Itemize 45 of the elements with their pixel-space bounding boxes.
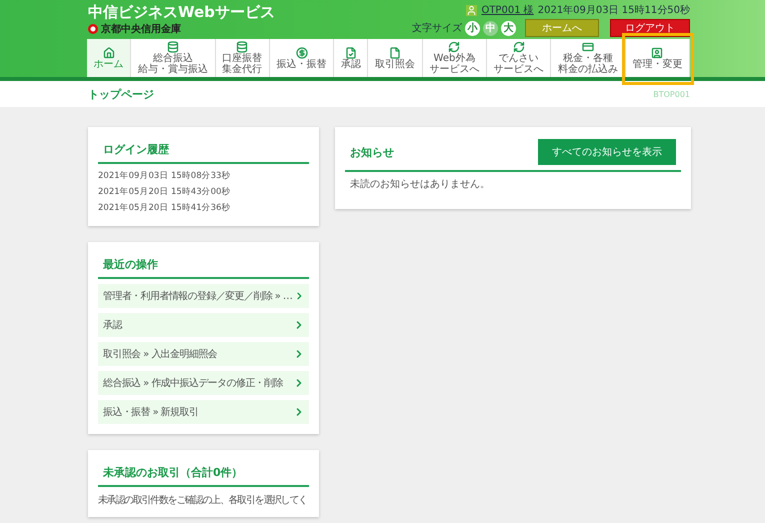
card-icon (582, 41, 594, 53)
coin-icon (296, 46, 308, 58)
font-size-button[interactable]: 小 (465, 20, 480, 36)
recent-action-item[interactable]: 取引照会 » 入出金明細照会 (98, 342, 309, 366)
page-title: トップページ (88, 86, 154, 102)
bank-name: 京都中央信用金庫 (101, 22, 181, 36)
card-title: 未承認のお取引（合計0件） (103, 465, 243, 480)
refresh-icon (448, 41, 460, 53)
screen-id: BTOP001 (653, 90, 690, 98)
recent-action-item[interactable]: 管理者・利用者情報の登録／変更／削除 » … (98, 284, 309, 308)
font-size-label: 文字サイズ (412, 22, 462, 35)
login-entry: 2021年09月03日 15時08分33秒 (98, 170, 232, 183)
home-icon (102, 46, 115, 58)
nav-tab[interactable]: でんさい サービスへ (487, 39, 552, 77)
card-title: ログイン履歴 (103, 142, 169, 157)
site-title: 中信ビジネスWebサービス (88, 3, 275, 21)
login-entry: 2021年05月20日 15時43分00秒 (98, 186, 232, 199)
document-check-icon (344, 46, 357, 58)
recent-action-item[interactable]: 承認 (98, 313, 309, 337)
nav-tab[interactable]: 税金・各種 料金の払込み (551, 39, 626, 77)
nav-tab[interactable]: 取引照会 (368, 39, 423, 77)
document-icon (389, 46, 402, 58)
user-icon (466, 4, 478, 16)
pending-message: 未承認の取引件数をご確認の上、各取引を選択してく (98, 494, 308, 507)
recent-action-item[interactable]: 総合振込 » 作成中振込データの修正・削除 (98, 371, 309, 395)
user-link[interactable]: OTP001 様 (481, 3, 534, 17)
nav-tab[interactable]: 振込・振替 (270, 39, 334, 77)
nav-tab[interactable]: 管理・変更 (626, 39, 690, 77)
recent-action-item[interactable]: 振込・振替 » 新規取引 (98, 400, 309, 424)
nav-tab[interactable]: 総合振込 給与・賞与振込 (131, 39, 216, 77)
login-datetime: 2021年09月03日 15時11分50秒 (538, 4, 690, 17)
nav-tab[interactable]: Web外為 サービスへ (422, 39, 488, 77)
font-size-button[interactable]: 大 (501, 20, 516, 36)
login-entry: 2021年05月20日 15時41分36秒 (98, 202, 232, 215)
notice-message: 未読のお知らせはありません。 (349, 178, 491, 191)
nav-tab[interactable]: 口座振替 集金代行 (216, 39, 270, 77)
card-title: お知らせ (350, 144, 394, 160)
bank-logo-icon (88, 24, 98, 34)
refresh-icon (512, 41, 525, 53)
database-icon (236, 41, 248, 53)
show-all-notices-button[interactable]: すべてのお知らせを表示 (538, 139, 676, 165)
card-title: 最近の操作 (103, 257, 158, 272)
database-icon (166, 41, 179, 53)
nav-tab[interactable]: 承認 (334, 39, 368, 77)
user-card-icon (651, 46, 664, 58)
